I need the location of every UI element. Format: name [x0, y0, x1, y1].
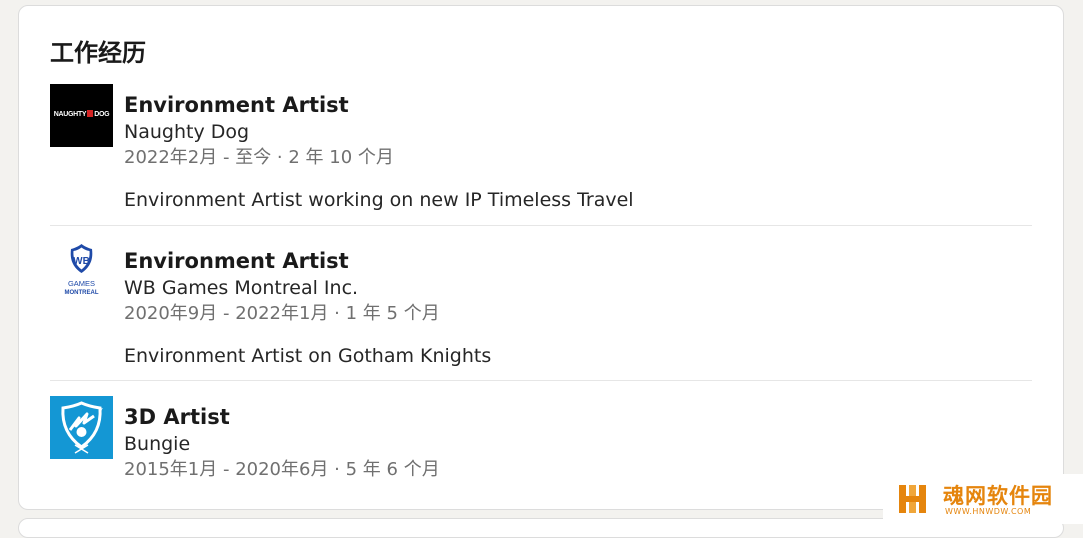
- company-name[interactable]: WB Games Montreal Inc.: [124, 275, 1032, 301]
- job-title: 3D Artist: [124, 405, 230, 429]
- wb-games-montreal-logo[interactable]: WB GAMES MONTREAL: [50, 240, 113, 303]
- wb-shield-icon: WB GAMES MONTREAL: [65, 244, 99, 296]
- company-name[interactable]: Naughty Dog: [124, 119, 1032, 145]
- watermark-logo-icon: [899, 485, 926, 513]
- experience-card: 工作经历 NAUGHTY DOG Environment Artist Naugh…: [18, 5, 1064, 510]
- employment-dates: 2022年2月 - 至今 · 2 年 10 个月: [124, 147, 394, 168]
- experience-item[interactable]: NAUGHTY DOG Environment Artist Naughty Do…: [50, 84, 1032, 226]
- job-title: Environment Artist: [124, 249, 349, 273]
- job-title: Environment Artist: [124, 93, 349, 117]
- employment-dates: 2020年9月 - 2022年1月 · 1 年 5 个月: [124, 303, 440, 324]
- watermark-title: 魂网软件园: [943, 484, 1053, 508]
- company-name[interactable]: Bungie: [124, 431, 1032, 457]
- experience-item[interactable]: WB GAMES MONTREAL Environment Artist WB …: [50, 240, 1032, 381]
- wb-logo-text-bottom: MONTREAL: [65, 290, 99, 296]
- wb-logo-text-top: GAMES: [68, 279, 95, 288]
- svg-text:WB: WB: [73, 256, 90, 267]
- watermark: 魂网软件园 WWW.HNWDW.COM: [883, 474, 1083, 524]
- svg-text:7: 7: [100, 408, 103, 414]
- bungie-emblem-icon: 7: [61, 401, 103, 454]
- naughty-dog-logo[interactable]: NAUGHTY DOG: [50, 84, 113, 147]
- watermark-subtitle: WWW.HNWDW.COM: [945, 507, 1032, 516]
- naughty-dog-logo-text: NAUGHTY DOG: [53, 110, 110, 118]
- job-description: Environment Artist working on new IP Tim…: [124, 189, 634, 211]
- section-title: 工作经历: [50, 39, 146, 67]
- job-description: Environment Artist on Gotham Knights: [124, 345, 492, 367]
- bungie-logo[interactable]: 7: [50, 396, 113, 459]
